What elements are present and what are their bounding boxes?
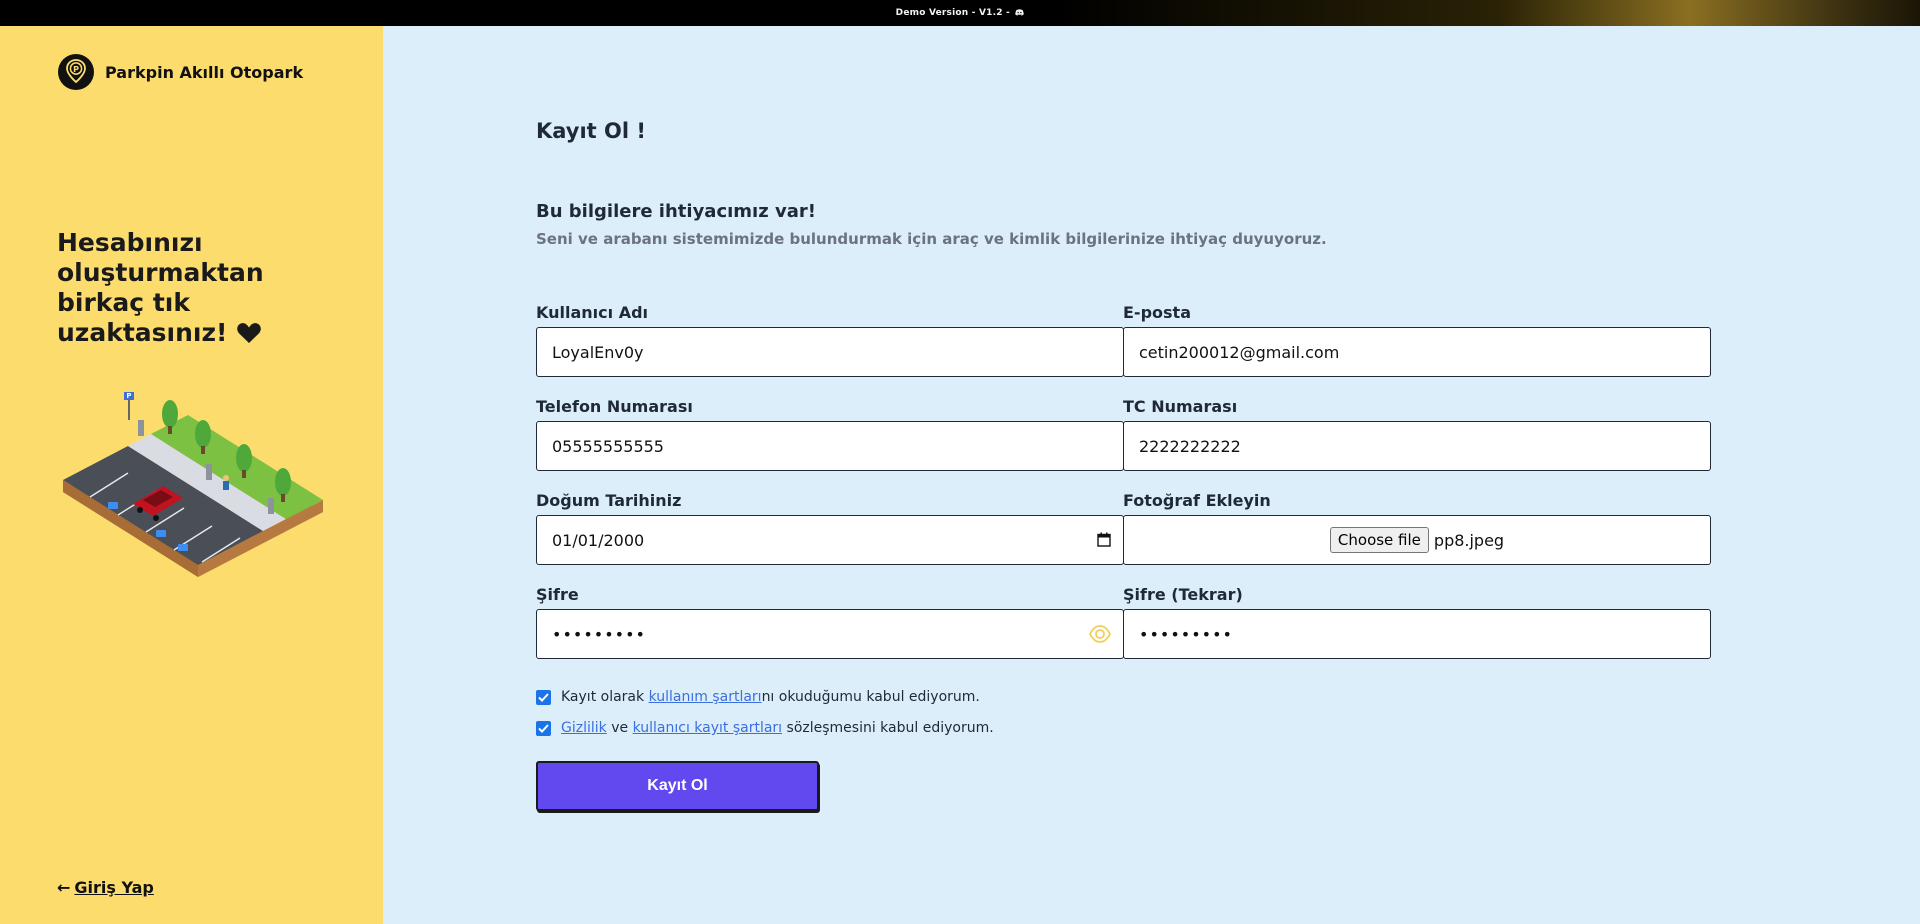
svg-text:P: P bbox=[73, 65, 79, 74]
hero-text: Hesabınızı oluşturmaktan birkaç tık uzak… bbox=[57, 228, 347, 348]
password-repeat-field: Şifre (Tekrar) ••••••••• bbox=[1123, 585, 1711, 659]
tc-value: 2222222222 bbox=[1139, 436, 1241, 456]
email-value: cetin200012@gmail.com bbox=[1139, 342, 1340, 362]
heart-icon bbox=[237, 323, 261, 343]
password-repeat-input[interactable]: ••••••••• bbox=[1123, 609, 1711, 659]
arrow-left-icon: ← bbox=[57, 878, 71, 897]
terms-checkbox[interactable] bbox=[536, 689, 551, 705]
privacy-checkbox[interactable] bbox=[536, 720, 551, 736]
page-title: Kayıt Ol ! bbox=[536, 119, 646, 143]
password-input[interactable]: ••••••••• bbox=[536, 609, 1124, 659]
username-field: Kullanıcı Adı LoyalEnv0y bbox=[536, 303, 1124, 377]
photo-field: Fotoğraf Ekleyin Choose file pp8.jpeg bbox=[1123, 491, 1711, 565]
username-input[interactable]: LoyalEnv0y bbox=[536, 327, 1124, 377]
birthdate-value: 01/01/2000 bbox=[552, 530, 645, 550]
section-heading: Bu bilgilere ihtiyacımız var! bbox=[536, 201, 816, 222]
birthdate-field: Doğum Tarihiniz 01/01/2000 bbox=[536, 491, 1124, 565]
checkmark-icon bbox=[538, 692, 549, 702]
photo-file-input[interactable]: Choose file pp8.jpeg bbox=[1123, 515, 1711, 565]
login-link-label: Giriş Yap bbox=[74, 878, 154, 897]
privacy-link[interactable]: Gizlilik bbox=[561, 720, 607, 736]
password-value: ••••••••• bbox=[552, 624, 646, 644]
password-field: Şifre ••••••••• bbox=[536, 585, 1124, 659]
choose-file-button[interactable]: Choose file bbox=[1329, 527, 1429, 553]
birthdate-label: Doğum Tarihiniz bbox=[536, 491, 682, 510]
terms-text-before: Kayıt olarak bbox=[561, 689, 649, 705]
brand[interactable]: P Parkpin Akıllı Otopark bbox=[58, 54, 303, 90]
checkmark-icon bbox=[538, 723, 549, 733]
email-label: E-posta bbox=[1123, 303, 1191, 322]
privacy-text-middle: ve bbox=[606, 720, 633, 736]
password-repeat-value: ••••••••• bbox=[1139, 624, 1233, 644]
photo-label: Fotoğraf Ekleyin bbox=[1123, 491, 1271, 510]
terms-of-use-link[interactable]: kullanım şartları bbox=[649, 689, 762, 705]
section-subheading: Seni ve arabanı sistemimizde bulundurmak… bbox=[536, 230, 1327, 248]
tc-input[interactable]: 2222222222 bbox=[1123, 421, 1711, 471]
sidebar: P Parkpin Akıllı Otopark Hesabınızı oluş… bbox=[0, 26, 383, 924]
phone-value: 05555555555 bbox=[552, 436, 664, 456]
terms-text-after: nı okuduğumu kabul ediyorum. bbox=[761, 689, 980, 705]
demo-version-bar: Demo Version - V1.2 - bbox=[0, 0, 1920, 26]
birthdate-input[interactable]: 01/01/2000 bbox=[536, 515, 1124, 565]
demo-version-text: Demo Version - V1.2 - bbox=[896, 8, 1025, 18]
file-name: pp8.jpeg bbox=[1433, 530, 1505, 550]
username-value: LoyalEnv0y bbox=[552, 342, 644, 362]
hero-text-label: Hesabınızı oluşturmaktan birkaç tık uzak… bbox=[57, 228, 264, 347]
login-link[interactable]: ← Giriş Yap bbox=[57, 878, 154, 897]
username-label: Kullanıcı Adı bbox=[536, 303, 649, 322]
parkpin-logo-icon: P bbox=[58, 54, 94, 90]
privacy-text-after: sözleşmesini kabul ediyorum. bbox=[782, 720, 994, 736]
calendar-icon[interactable] bbox=[1097, 532, 1111, 547]
phone-label: Telefon Numarası bbox=[536, 397, 693, 416]
registration-terms-link[interactable]: kullanıcı kayıt şartları bbox=[633, 720, 783, 736]
brand-name: Parkpin Akıllı Otopark bbox=[105, 62, 304, 82]
password-repeat-label: Şifre (Tekrar) bbox=[1123, 585, 1243, 604]
privacy-checkbox-row: Gizlilik ve kullanıcı kayıt şartları söz… bbox=[536, 720, 994, 736]
tc-field: TC Numarası 2222222222 bbox=[1123, 397, 1711, 471]
phone-field: Telefon Numarası 05555555555 bbox=[536, 397, 1124, 471]
discord-icon[interactable] bbox=[1015, 9, 1025, 16]
register-button[interactable]: Kayıt Ol bbox=[536, 761, 819, 811]
register-form-area: Kayıt Ol ! Bu bilgilere ihtiyacımız var!… bbox=[383, 26, 1920, 924]
terms-checkbox-row: Kayıt olarak kullanım şartları nı okuduğ… bbox=[536, 689, 980, 705]
eye-icon[interactable] bbox=[1089, 624, 1111, 644]
phone-input[interactable]: 05555555555 bbox=[536, 421, 1124, 471]
tc-label: TC Numarası bbox=[1123, 397, 1238, 416]
parking-lot-illustration: P bbox=[63, 392, 323, 577]
email-input[interactable]: cetin200012@gmail.com bbox=[1123, 327, 1711, 377]
password-label: Şifre bbox=[536, 585, 579, 604]
email-field: E-posta cetin200012@gmail.com bbox=[1123, 303, 1711, 377]
svg-text:P: P bbox=[126, 392, 131, 400]
